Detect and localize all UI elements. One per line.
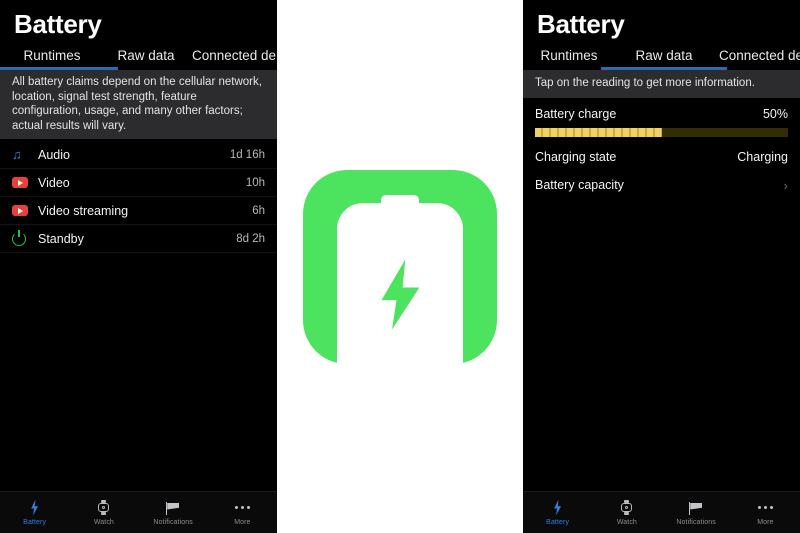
meter-fill [535,128,662,137]
bottom-tab-notifications[interactable]: Notifications [662,499,731,526]
lightning-bolt-icon [553,499,563,516]
bottom-tab-more[interactable]: More [731,499,800,526]
tab-connected-devices-left[interactable]: Connected de [188,47,277,70]
list-item-label: Video streaming [38,203,129,218]
app-icon-container [277,0,523,533]
bottom-tab-notifications[interactable]: Notifications [139,499,208,526]
bottom-tab-label: More [757,519,774,526]
video-play-icon [12,177,36,189]
bottom-tab-label: Battery [546,519,570,526]
list-item-label: Audio [38,147,70,162]
bottom-tab-label: Notifications [676,519,716,526]
row-label: Battery charge [535,107,617,121]
list-item[interactable]: Standby 8d 2h [0,225,277,254]
hint-banner-right: Tap on the reading to get more informati… [523,70,800,98]
battery-charging-app-icon [303,169,497,364]
list-item-value: 1d 16h [229,148,265,161]
bottom-tabbar-right: Battery Watch Notifications More [523,491,800,533]
bottom-tab-label: Watch [616,519,637,526]
bottom-tab-battery[interactable]: Battery [523,499,592,526]
tab-raw-data-right[interactable]: Raw data [601,47,727,70]
list-item-value: 6h [252,204,265,217]
meter-track [535,128,788,137]
charging-state-value: Charging [737,150,788,164]
battery-capacity-row[interactable]: Battery capacity › [523,171,800,199]
bottom-tab-watch[interactable]: Watch [69,499,138,526]
bottom-tabbar-left: Battery Watch Notifications More [0,491,277,533]
charging-state-row[interactable]: Charging state Charging [523,143,800,171]
tabbar-right: Runtimes Raw data Connected device [523,44,800,70]
row-label: Battery capacity [535,178,624,192]
video-play-icon [12,205,36,217]
flag-icon [688,499,704,516]
list-item[interactable]: Video streaming 6h [0,197,277,226]
list-item-label: Standby [38,231,84,246]
music-note-icon: ♫ [12,148,36,161]
ellipsis-icon [234,499,250,516]
bottom-tab-label: Battery [23,519,47,526]
app-icon-panel [277,0,523,533]
list-item-value: 8d 2h [236,232,265,245]
battery-charge-row[interactable]: Battery charge 50% [523,100,800,128]
page-title-right: Battery [537,9,625,39]
bottom-tab-battery[interactable]: Battery [0,499,69,526]
bottom-tab-watch[interactable]: Watch [592,499,661,526]
tab-runtimes-left[interactable]: Runtimes [0,47,118,70]
chevron-right-icon: › [783,177,788,193]
watch-icon [621,499,633,516]
list-item[interactable]: Video 10h [0,169,277,198]
lightning-bolt-icon [30,499,40,516]
page-title-left: Battery [14,9,102,39]
list-item-value: 10h [245,176,265,189]
music-note-glyph: ♫ [12,147,22,163]
power-icon [12,229,36,246]
bottom-tab-label: More [234,519,251,526]
tab-connected-devices-right[interactable]: Connected device [713,47,800,70]
ellipsis-icon [757,499,773,516]
flag-icon [165,499,181,516]
tab-raw-data-left[interactable]: Raw data [104,47,188,70]
bottom-tab-label: Watch [93,519,114,526]
battery-charge-value: 50% [762,107,788,121]
screenshot-stage: Battery Runtimes Raw data Connected de A… [0,0,800,533]
tabbar-left: Runtimes Raw data Connected de [0,44,277,70]
left-phone-screen: Battery Runtimes Raw data Connected de A… [0,0,277,533]
battery-charge-meter [523,128,800,143]
disclaimer-banner-left: All battery claims depend on the cellula… [0,70,277,140]
bottom-tab-label: Notifications [153,519,193,526]
runtime-list: ♫ Audio 1d 16h Video 10h Video streaming… [0,139,277,254]
bottom-tab-more[interactable]: More [208,499,277,526]
raw-data-list: Battery charge 50% Charging state Chargi… [523,98,800,199]
list-item-label: Video [38,175,70,190]
list-item[interactable]: ♫ Audio 1d 16h [0,141,277,170]
watch-icon [98,499,110,516]
row-label: Charging state [535,150,617,164]
right-phone-screen: Battery Runtimes Raw data Connected devi… [523,0,800,533]
